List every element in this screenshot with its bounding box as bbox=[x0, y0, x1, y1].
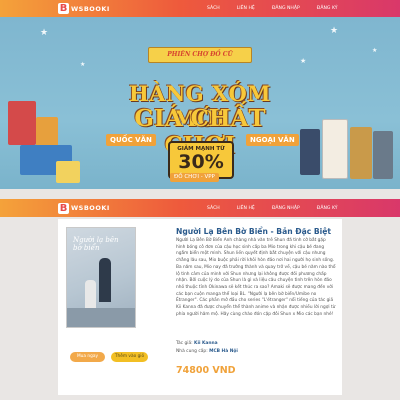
cover-title: Người lạ bên bờ biển bbox=[73, 236, 119, 252]
secondary-navbar: B WSBOOKI SÁCH LIÊN HỆ ĐĂNG NHẬP ĐĂNG KÝ bbox=[0, 199, 400, 217]
toy-car-image bbox=[56, 161, 80, 183]
nav-item-login[interactable]: ĐĂNG NHẬP bbox=[272, 6, 300, 11]
publisher-label: Nhà cung cấp: bbox=[176, 349, 208, 354]
top-navbar: B WSBOOKI SÁCH LIÊN HỆ ĐĂNG NHẬP ĐĂNG KÝ bbox=[0, 0, 400, 17]
book-cover-image bbox=[300, 129, 320, 175]
star-icon: ★ bbox=[40, 27, 49, 37]
book-cover-image bbox=[350, 127, 372, 179]
nav-item-register[interactable]: ĐĂNG KÝ bbox=[317, 6, 338, 11]
logo-mark: B bbox=[58, 202, 69, 214]
promo-banner[interactable]: ★ ★ ★ ★ ★ PHIÊN CHỢ ĐỒ CŨ HÀNG XÓM MỚI G… bbox=[0, 17, 400, 189]
nav-item-login[interactable]: ĐĂNG NHẬP bbox=[272, 206, 300, 211]
nav-item-contact[interactable]: LIÊN HỆ bbox=[237, 6, 255, 11]
author-name: Kii Kanna bbox=[194, 341, 218, 346]
logo-mark: B bbox=[58, 3, 69, 14]
buy-now-button[interactable]: Mua ngay bbox=[70, 352, 105, 362]
sea-illustration bbox=[67, 308, 135, 327]
star-icon: ★ bbox=[372, 48, 378, 54]
publisher-line: Nhà cung cấp: MCB Hà Nội bbox=[176, 349, 238, 354]
book-detail-card: Người lạ bên bờ biển Mua ngay Thêm vào g… bbox=[58, 219, 342, 395]
toy-box-image bbox=[8, 101, 36, 145]
book-title: Người Lạ Bên Bờ Biển - Bản Đặc Biệt bbox=[176, 227, 332, 236]
nav-item-contact[interactable]: LIÊN HỆ bbox=[237, 206, 255, 211]
banner-ribbon: PHIÊN CHỢ ĐỒ CŨ bbox=[148, 47, 252, 63]
book-cover-image bbox=[373, 131, 393, 179]
brand-logo[interactable]: B WSBOOKI bbox=[58, 3, 110, 14]
nav-menu: SÁCH LIÊN HỆ ĐĂNG NHẬP ĐĂNG KÝ bbox=[207, 6, 355, 11]
star-icon: ★ bbox=[300, 58, 307, 65]
publisher-name: MCB Hà Nội bbox=[209, 349, 238, 354]
book-cover: Người lạ bên bờ biển bbox=[66, 227, 136, 328]
figure-illustration bbox=[85, 280, 96, 308]
figure-illustration bbox=[99, 258, 111, 302]
logo-text: WSBOOKI bbox=[71, 4, 110, 13]
author-line: Tác giả: Kii Kanna bbox=[176, 341, 218, 346]
brand-logo[interactable]: B WSBOOKI bbox=[58, 202, 110, 214]
author-label: Tác giả: bbox=[176, 341, 193, 346]
discount-value: 30% bbox=[178, 151, 224, 173]
add-to-cart-button[interactable]: Thêm vào giỏ bbox=[111, 352, 148, 362]
book-price: 74800 VND bbox=[176, 365, 236, 376]
nav-menu: SÁCH LIÊN HỆ ĐĂNG NHẬP ĐĂNG KÝ bbox=[207, 206, 355, 211]
star-icon: ★ bbox=[330, 25, 339, 35]
sub-tag: ĐỒ CHƠI - VPP bbox=[170, 173, 219, 182]
book-cover-image bbox=[322, 119, 348, 179]
nav-item-register[interactable]: ĐĂNG KÝ bbox=[317, 206, 338, 211]
tag-foreign: NGOẠI VĂN bbox=[246, 134, 299, 146]
star-icon: ★ bbox=[80, 62, 86, 68]
nav-item-books[interactable]: SÁCH bbox=[207, 6, 220, 11]
logo-text: WSBOOKI bbox=[71, 204, 110, 212]
nav-item-books[interactable]: SÁCH bbox=[207, 206, 220, 211]
book-description: Người Lạ Bên Bờ Biển Anh chàng nhà văn t… bbox=[176, 238, 336, 317]
tag-domestic: QUỐC VĂN bbox=[106, 134, 156, 146]
